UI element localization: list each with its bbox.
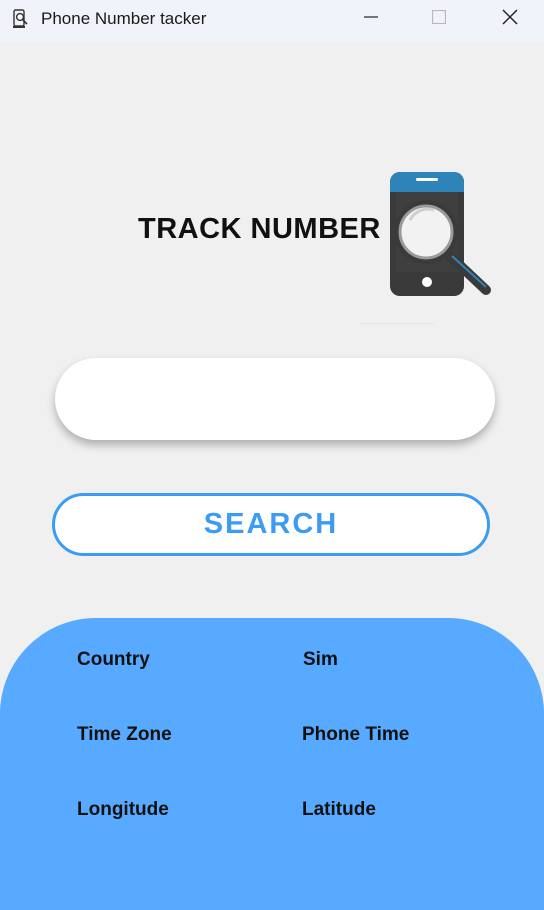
- close-icon: [502, 8, 518, 30]
- longitude-label: Longitude: [77, 799, 169, 820]
- phone-search-app-icon: [12, 9, 30, 29]
- window-title: Phone Number tacker: [41, 9, 207, 28]
- country-label: Country: [77, 649, 150, 670]
- logo-divider: [360, 323, 434, 324]
- search-button[interactable]: SEARCH: [52, 493, 490, 556]
- close-button[interactable]: [487, 0, 533, 38]
- search-button-label: SEARCH: [203, 508, 339, 540]
- phone-magnifier-icon: [388, 170, 492, 300]
- app-window: Phone Number tacker TRACK NUMBER SEARCH …: [0, 0, 544, 910]
- maximize-button[interactable]: [416, 0, 462, 38]
- sim-label: Sim: [303, 649, 338, 670]
- phone-time-label: Phone Time: [302, 724, 410, 745]
- results-panel: Country Sim Time Zone Phone Time Longitu…: [0, 618, 544, 910]
- phone-number-input[interactable]: [55, 358, 495, 440]
- minimize-icon: [364, 10, 378, 29]
- time-zone-label: Time Zone: [77, 724, 172, 745]
- minimize-button[interactable]: [348, 0, 394, 38]
- title-bar[interactable]: Phone Number tacker: [0, 0, 544, 42]
- latitude-label: Latitude: [302, 799, 376, 820]
- logo-title: TRACK NUMBER: [138, 213, 381, 245]
- maximize-icon: [431, 9, 447, 29]
